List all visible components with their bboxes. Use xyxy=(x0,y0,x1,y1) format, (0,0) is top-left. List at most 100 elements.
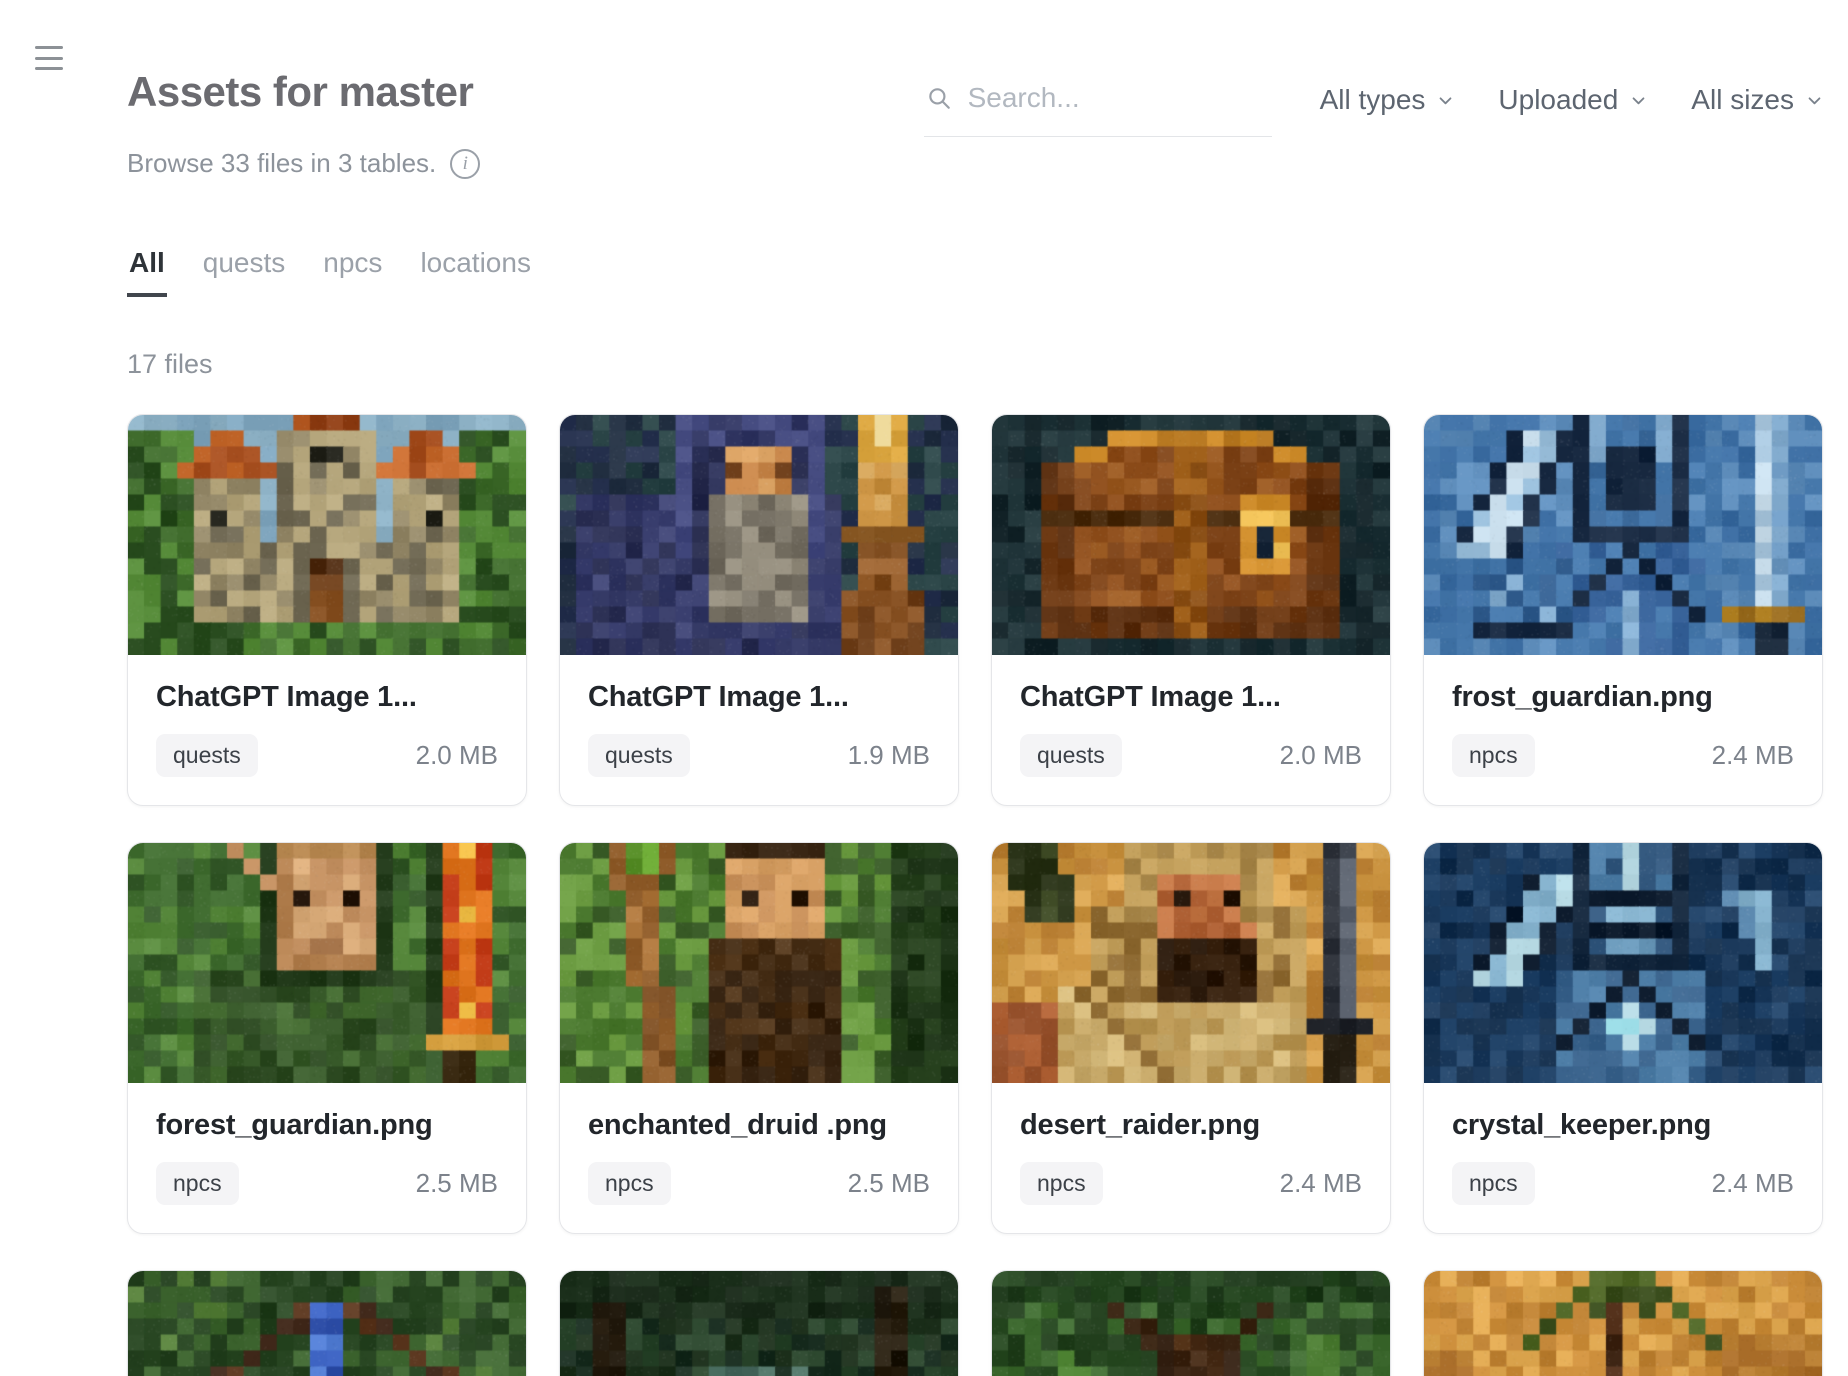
crystal-keeper-thumbnail xyxy=(1424,843,1822,1083)
pixel-art-canvas xyxy=(992,843,1390,1083)
pixel-art-canvas xyxy=(560,415,958,655)
file-size: 2.0 MB xyxy=(1280,740,1362,771)
file-name: crystal_keeper.png xyxy=(1452,1109,1794,1142)
table-badge: quests xyxy=(588,734,690,777)
controls: All types Uploaded All sizes xyxy=(924,68,1823,137)
menu-icon xyxy=(35,46,63,49)
filter-label: Uploaded xyxy=(1498,84,1618,116)
pixel-art-canvas xyxy=(560,1271,958,1376)
page-title: Assets for master xyxy=(127,68,480,116)
table-badge: npcs xyxy=(156,1162,239,1205)
asset-card-forest-guardian[interactable]: forest_guardian.pngnpcs 2.5 MB xyxy=(127,842,527,1234)
main-content: Assets for master Browse 33 files in 3 t… xyxy=(0,68,1848,1376)
files-count: 17 files xyxy=(127,349,1823,380)
table-badge: npcs xyxy=(1020,1162,1103,1205)
browse-summary: Browse 33 files in 3 tables. xyxy=(127,148,436,179)
tab-all[interactable]: All xyxy=(127,247,167,297)
filter-label: All sizes xyxy=(1691,84,1794,116)
spirit-tree-thumbnail xyxy=(128,1271,526,1376)
filter-all-sizes[interactable]: All sizes xyxy=(1691,84,1823,116)
file-name: ChatGPT Image 1... xyxy=(588,681,930,714)
forest-guardian-thumbnail xyxy=(128,843,526,1083)
pixel-art-canvas xyxy=(992,1271,1390,1376)
chevron-down-icon xyxy=(1806,92,1823,109)
file-size: 2.4 MB xyxy=(1280,1168,1362,1199)
card-meta: quests2.0 MB xyxy=(1020,734,1362,777)
asset-card-frost-guardian[interactable]: frost_guardian.png npcs2.4 MB xyxy=(1423,414,1823,806)
assets-page: Assets for master Browse 33 files in 3 t… xyxy=(0,0,1848,1376)
card-info: ChatGPT Image 1... quests1.9 MB xyxy=(560,655,958,805)
file-size: 2.0 MB xyxy=(416,740,498,771)
title-block: Assets for master Browse 33 files in 3 t… xyxy=(127,68,480,179)
desert-raider-thumbnail xyxy=(992,843,1390,1083)
chevron-down-icon xyxy=(1437,92,1454,109)
file-name: ChatGPT Image 1... xyxy=(1020,681,1362,714)
card-meta: quests1.9 MB xyxy=(588,734,930,777)
oasis-palm-thumbnail xyxy=(1424,1271,1822,1376)
elder-tree-thumbnail xyxy=(992,1271,1390,1376)
asset-card-oasis-palm[interactable] xyxy=(1423,1270,1823,1376)
asset-card-wizard[interactable]: ChatGPT Image 1... quests1.9 MB xyxy=(559,414,959,806)
info-icon[interactable]: i xyxy=(450,149,480,179)
card-info: ChatGPT Image 1... quests2.0 MB xyxy=(992,655,1390,805)
card-meta: npcs 2.4 MB xyxy=(1020,1162,1362,1205)
file-size: 2.4 MB xyxy=(1712,1168,1794,1199)
menu-button[interactable] xyxy=(35,44,63,72)
subtitle-row: Browse 33 files in 3 tables. i xyxy=(127,148,480,179)
asset-card-enchanted-druid[interactable]: enchanted_druid .png npcs 2.5 MB xyxy=(559,842,959,1234)
card-meta: npcs2.4 MB xyxy=(1452,734,1794,777)
asset-card-treasure-chest[interactable]: ChatGPT Image 1... quests2.0 MB xyxy=(991,414,1391,806)
file-name: desert_raider.png xyxy=(1020,1109,1362,1142)
pixel-art-canvas xyxy=(560,843,958,1083)
asset-card-desert-raider[interactable]: desert_raider.pngnpcs 2.4 MB xyxy=(991,842,1391,1234)
card-info: desert_raider.pngnpcs 2.4 MB xyxy=(992,1083,1390,1233)
table-badge: npcs xyxy=(588,1162,671,1205)
card-meta: npcs 2.5 MB xyxy=(156,1162,498,1205)
asset-card-spirit-tree[interactable] xyxy=(127,1270,527,1376)
file-size: 2.5 MB xyxy=(848,1168,930,1199)
filter-group: All types Uploaded All sizes xyxy=(1320,78,1823,116)
tab-npcs[interactable]: npcs xyxy=(321,247,384,297)
file-name: enchanted_druid .png xyxy=(588,1109,930,1142)
assets-grid: ChatGPT Image 1...quests2.0 MBChatGPT Im… xyxy=(127,414,1823,1376)
file-name: frost_guardian.png xyxy=(1452,681,1794,714)
tab-locations[interactable]: locations xyxy=(418,247,533,297)
wizard-thumbnail xyxy=(560,415,958,655)
tab-quests[interactable]: quests xyxy=(201,247,288,297)
card-info: crystal_keeper.pngnpcs 2.4 MB xyxy=(1424,1083,1822,1233)
dark-forest-thumbnail xyxy=(560,1271,958,1376)
card-meta: npcs 2.5 MB xyxy=(588,1162,930,1205)
file-size: 2.5 MB xyxy=(416,1168,498,1199)
card-info: frost_guardian.png npcs2.4 MB xyxy=(1424,655,1822,805)
card-info: forest_guardian.pngnpcs 2.5 MB xyxy=(128,1083,526,1233)
table-badge: npcs xyxy=(1452,734,1535,777)
filter-all-types[interactable]: All types xyxy=(1320,84,1455,116)
chevron-down-icon xyxy=(1630,92,1647,109)
filter-uploaded[interactable]: Uploaded xyxy=(1498,84,1647,116)
asset-card-elder-tree[interactable] xyxy=(991,1270,1391,1376)
asset-card-dark-forest[interactable] xyxy=(559,1270,959,1376)
card-meta: quests 2.0 MB xyxy=(156,734,498,777)
topbar: Assets for master Browse 33 files in 3 t… xyxy=(127,68,1823,179)
table-badge: quests xyxy=(156,734,258,777)
pixel-art-canvas xyxy=(1424,843,1822,1083)
pixel-art-canvas xyxy=(1424,1271,1822,1376)
pixel-art-canvas xyxy=(992,415,1390,655)
asset-card-crystal-keeper[interactable]: crystal_keeper.pngnpcs 2.4 MB xyxy=(1423,842,1823,1234)
pixel-art-canvas xyxy=(1424,415,1822,655)
search-icon xyxy=(926,85,952,111)
card-info: ChatGPT Image 1...quests2.0 MB xyxy=(128,655,526,805)
table-badge: npcs xyxy=(1452,1162,1535,1205)
search-input[interactable] xyxy=(968,82,1270,114)
enchanted-druid-thumbnail xyxy=(560,843,958,1083)
table-tabs: All quests npcs locations xyxy=(127,247,1823,297)
filter-label: All types xyxy=(1320,84,1426,116)
file-name: forest_guardian.png xyxy=(156,1109,498,1142)
pixel-art-canvas xyxy=(128,843,526,1083)
pixel-art-canvas xyxy=(128,1271,526,1376)
treasure-chest-thumbnail xyxy=(992,415,1390,655)
asset-card-castle[interactable]: ChatGPT Image 1...quests2.0 MB xyxy=(127,414,527,806)
castle-thumbnail xyxy=(128,415,526,655)
card-info: enchanted_druid .png npcs 2.5 MB xyxy=(560,1083,958,1233)
search-box xyxy=(924,78,1272,137)
